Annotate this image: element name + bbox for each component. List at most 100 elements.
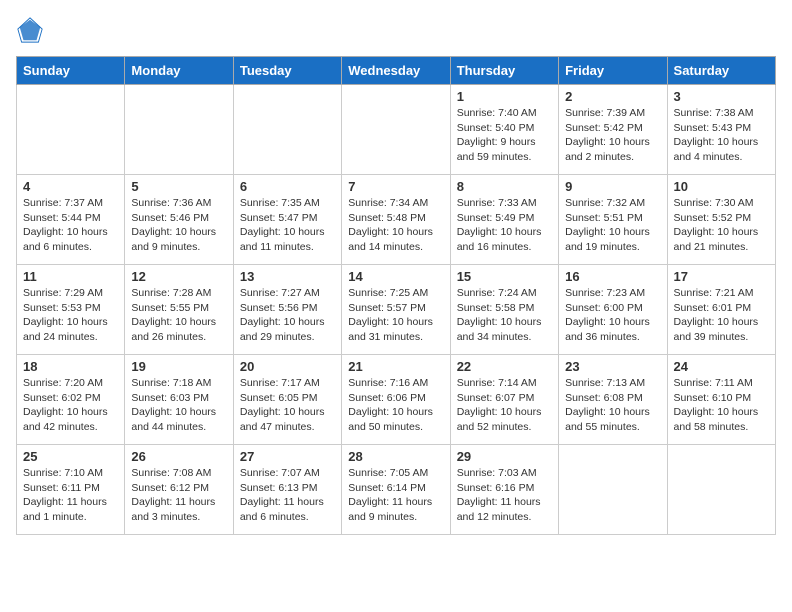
day-number: 21: [348, 359, 443, 374]
day-number: 9: [565, 179, 660, 194]
day-info: Sunrise: 7:29 AMSunset: 5:53 PMDaylight:…: [23, 286, 118, 345]
day-number: 5: [131, 179, 226, 194]
calendar-cell: 18 Sunrise: 7:20 AMSunset: 6:02 PMDayligh…: [17, 355, 125, 445]
column-header-wednesday: Wednesday: [342, 57, 450, 85]
calendar-table: SundayMondayTuesdayWednesdayThursdayFrid…: [16, 56, 776, 535]
calendar-cell: 7Sunrise: 7:34 AMSunset: 5:48 PMDaylight…: [342, 175, 450, 265]
day-number: 26: [131, 449, 226, 464]
column-header-monday: Monday: [125, 57, 233, 85]
day-info: Sunrise: 7:23 AMSunset: 6:00 PMDaylight:…: [565, 286, 660, 345]
day-number: 27: [240, 449, 335, 464]
calendar-cell: [125, 85, 233, 175]
day-number: 4: [23, 179, 118, 194]
calendar-cell: 29 Sunrise: 7:03 AMSunset: 6:16 PMDayligh…: [450, 445, 558, 535]
column-header-sunday: Sunday: [17, 57, 125, 85]
day-info: Sunrise: 7:03 AMSunset: 6:16 PMDaylight:…: [457, 466, 552, 525]
day-number: 18: [23, 359, 118, 374]
week-row-4: 18 Sunrise: 7:20 AMSunset: 6:02 PMDayligh…: [17, 355, 776, 445]
calendar-cell: 22 Sunrise: 7:14 AMSunset: 6:07 PMDayligh…: [450, 355, 558, 445]
day-info: Sunrise: 7:18 AMSunset: 6:03 PMDaylight:…: [131, 376, 226, 435]
calendar-cell: 10 Sunrise: 7:30 AMSunset: 5:52 PMDayligh…: [667, 175, 775, 265]
day-info: Sunrise: 7:27 AMSunset: 5:56 PMDaylight:…: [240, 286, 335, 345]
week-row-3: 11 Sunrise: 7:29 AMSunset: 5:53 PMDayligh…: [17, 265, 776, 355]
day-number: 6: [240, 179, 335, 194]
calendar-cell: 2 Sunrise: 7:39 AMSunset: 5:42 PMDaylight…: [559, 85, 667, 175]
day-info: Sunrise: 7:24 AMSunset: 5:58 PMDaylight:…: [457, 286, 552, 345]
day-number: 2: [565, 89, 660, 104]
column-header-friday: Friday: [559, 57, 667, 85]
day-number: 29: [457, 449, 552, 464]
week-row-5: 25 Sunrise: 7:10 AMSunset: 6:11 PMDayligh…: [17, 445, 776, 535]
calendar-cell: 24 Sunrise: 7:11 AMSunset: 6:10 PMDayligh…: [667, 355, 775, 445]
day-info: Sunrise: 7:17 AMSunset: 6:05 PMDaylight:…: [240, 376, 335, 435]
day-number: 25: [23, 449, 118, 464]
calendar-cell: 20 Sunrise: 7:17 AMSunset: 6:05 PMDayligh…: [233, 355, 341, 445]
day-info: Sunrise: 7:20 AMSunset: 6:02 PMDaylight:…: [23, 376, 118, 435]
calendar-cell: 17Sunrise: 7:21 AMSunset: 6:01 PMDayligh…: [667, 265, 775, 355]
calendar-cell: 3 Sunrise: 7:38 AMSunset: 5:43 PMDaylight…: [667, 85, 775, 175]
day-number: 7: [348, 179, 443, 194]
calendar-cell: 1 Sunrise: 7:40 AMSunset: 5:40 PMDaylight…: [450, 85, 558, 175]
day-number: 11: [23, 269, 118, 284]
day-info: Sunrise: 7:11 AMSunset: 6:10 PMDaylight:…: [674, 376, 769, 435]
logo: [16, 16, 48, 44]
day-number: 1: [457, 89, 552, 104]
day-number: 13: [240, 269, 335, 284]
day-number: 8: [457, 179, 552, 194]
calendar-cell: 5 Sunrise: 7:36 AMSunset: 5:46 PMDaylight…: [125, 175, 233, 265]
calendar-cell: [667, 445, 775, 535]
calendar-cell: 28Sunrise: 7:05 AMSunset: 6:14 PMDayligh…: [342, 445, 450, 535]
day-info: Sunrise: 7:14 AMSunset: 6:07 PMDaylight:…: [457, 376, 552, 435]
calendar-cell: [342, 85, 450, 175]
day-info: Sunrise: 7:08 AMSunset: 6:12 PMDaylight:…: [131, 466, 226, 525]
calendar-cell: [559, 445, 667, 535]
day-number: 28: [348, 449, 443, 464]
calendar-cell: [233, 85, 341, 175]
calendar-cell: [17, 85, 125, 175]
day-info: Sunrise: 7:33 AMSunset: 5:49 PMDaylight:…: [457, 196, 552, 255]
day-info: Sunrise: 7:10 AMSunset: 6:11 PMDaylight:…: [23, 466, 118, 525]
calendar-cell: 12Sunrise: 7:28 AMSunset: 5:55 PMDayligh…: [125, 265, 233, 355]
column-header-saturday: Saturday: [667, 57, 775, 85]
calendar-cell: 13 Sunrise: 7:27 AMSunset: 5:56 PMDayligh…: [233, 265, 341, 355]
day-info: Sunrise: 7:38 AMSunset: 5:43 PMDaylight:…: [674, 106, 769, 165]
calendar-cell: 26 Sunrise: 7:08 AMSunset: 6:12 PMDayligh…: [125, 445, 233, 535]
week-row-2: 4 Sunrise: 7:37 AMSunset: 5:44 PMDaylight…: [17, 175, 776, 265]
calendar-cell: 15 Sunrise: 7:24 AMSunset: 5:58 PMDayligh…: [450, 265, 558, 355]
day-info: Sunrise: 7:35 AMSunset: 5:47 PMDaylight:…: [240, 196, 335, 255]
calendar-cell: 8 Sunrise: 7:33 AMSunset: 5:49 PMDaylight…: [450, 175, 558, 265]
day-info: Sunrise: 7:32 AMSunset: 5:51 PMDaylight:…: [565, 196, 660, 255]
day-info: Sunrise: 7:16 AMSunset: 6:06 PMDaylight:…: [348, 376, 443, 435]
day-info: Sunrise: 7:28 AMSunset: 5:55 PMDaylight:…: [131, 286, 226, 345]
day-number: 24: [674, 359, 769, 374]
day-number: 22: [457, 359, 552, 374]
day-number: 15: [457, 269, 552, 284]
day-info: Sunrise: 7:25 AMSunset: 5:57 PMDaylight:…: [348, 286, 443, 345]
day-info: Sunrise: 7:39 AMSunset: 5:42 PMDaylight:…: [565, 106, 660, 165]
day-info: Sunrise: 7:13 AMSunset: 6:08 PMDaylight:…: [565, 376, 660, 435]
day-info: Sunrise: 7:37 AMSunset: 5:44 PMDaylight:…: [23, 196, 118, 255]
calendar-cell: 4 Sunrise: 7:37 AMSunset: 5:44 PMDaylight…: [17, 175, 125, 265]
day-info: Sunrise: 7:36 AMSunset: 5:46 PMDaylight:…: [131, 196, 226, 255]
logo-icon: [16, 16, 44, 44]
calendar-cell: 23 Sunrise: 7:13 AMSunset: 6:08 PMDayligh…: [559, 355, 667, 445]
calendar-cell: 16Sunrise: 7:23 AMSunset: 6:00 PMDayligh…: [559, 265, 667, 355]
calendar-cell: 25 Sunrise: 7:10 AMSunset: 6:11 PMDayligh…: [17, 445, 125, 535]
calendar-cell: 11 Sunrise: 7:29 AMSunset: 5:53 PMDayligh…: [17, 265, 125, 355]
header-row: SundayMondayTuesdayWednesdayThursdayFrid…: [17, 57, 776, 85]
day-info: Sunrise: 7:40 AMSunset: 5:40 PMDaylight:…: [457, 106, 552, 165]
day-number: 3: [674, 89, 769, 104]
calendar-cell: 6 Sunrise: 7:35 AMSunset: 5:47 PMDaylight…: [233, 175, 341, 265]
week-row-1: 1 Sunrise: 7:40 AMSunset: 5:40 PMDaylight…: [17, 85, 776, 175]
day-number: 19: [131, 359, 226, 374]
calendar-cell: 21 Sunrise: 7:16 AMSunset: 6:06 PMDayligh…: [342, 355, 450, 445]
page-header: [16, 16, 776, 44]
day-number: 14: [348, 269, 443, 284]
day-number: 10: [674, 179, 769, 194]
calendar-cell: 27Sunrise: 7:07 AMSunset: 6:13 PMDayligh…: [233, 445, 341, 535]
calendar-cell: 14 Sunrise: 7:25 AMSunset: 5:57 PMDayligh…: [342, 265, 450, 355]
day-number: 23: [565, 359, 660, 374]
day-info: Sunrise: 7:21 AMSunset: 6:01 PMDaylight:…: [674, 286, 769, 345]
day-info: Sunrise: 7:30 AMSunset: 5:52 PMDaylight:…: [674, 196, 769, 255]
day-number: 20: [240, 359, 335, 374]
